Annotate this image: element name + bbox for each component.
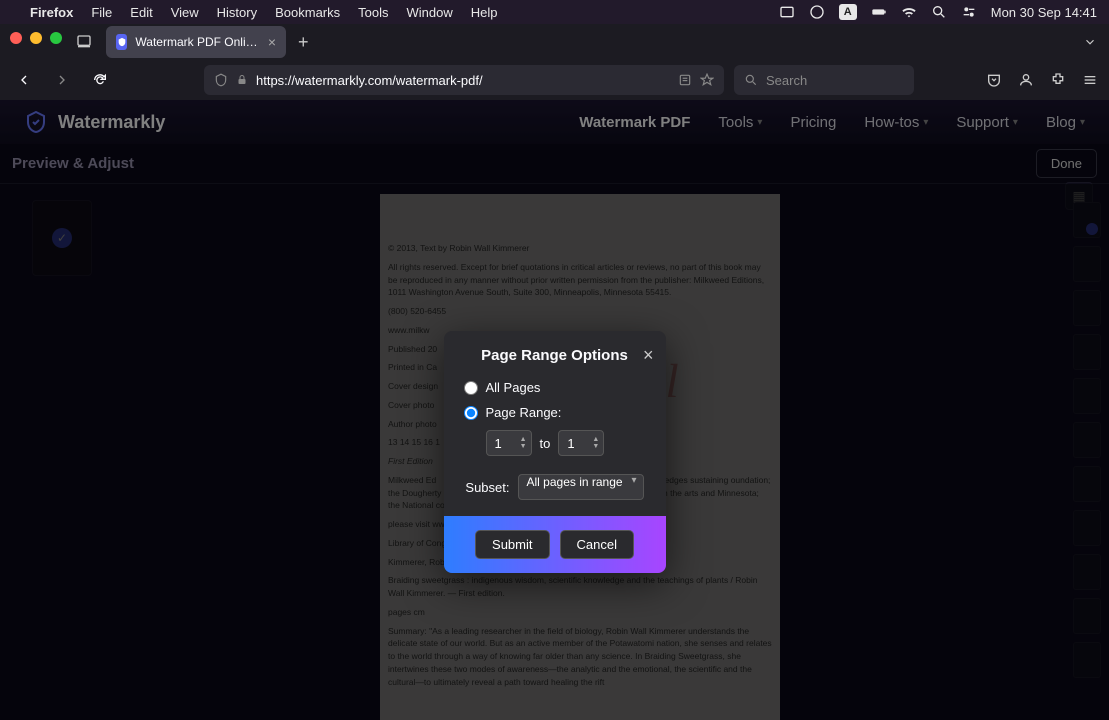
done-button[interactable]: Done [1036, 149, 1097, 178]
nav-support[interactable]: Support▾ [956, 114, 1018, 131]
brand-text: Watermarkly [58, 112, 165, 133]
nav-tools[interactable]: Tools▾ [718, 114, 762, 131]
tab-title: Watermark PDF Online| Free PD [135, 35, 259, 49]
macos-menubar: Firefox File Edit View History Bookmarks… [0, 0, 1109, 24]
main-area: ✓ ginal © 2013, Text by Robin Wall Kimme… [0, 184, 1109, 720]
brand[interactable]: Watermarkly [24, 110, 165, 134]
menu-help[interactable]: Help [471, 5, 498, 20]
search-input[interactable]: Search [734, 65, 914, 95]
menu-view[interactable]: View [171, 5, 199, 20]
subset-select[interactable]: All pages in range ▾ [518, 474, 644, 500]
tab-overview-button[interactable] [70, 28, 98, 56]
range-to-value: 1 [567, 436, 574, 451]
window-traffic-lights [10, 32, 62, 44]
nav-pricing[interactable]: Pricing [790, 114, 836, 131]
chevron-down-icon: ▾ [1080, 117, 1085, 128]
range-from-value: 1 [495, 436, 502, 451]
shield-icon[interactable] [214, 73, 228, 87]
radio-all-pages[interactable]: All Pages [464, 380, 646, 395]
range-from-input[interactable]: 1 ▲▼ [486, 430, 532, 456]
spinner-down-icon[interactable]: ▼ [520, 443, 527, 450]
browser-urlbar: https://watermarkly.com/watermark-pdf/ S… [0, 60, 1109, 100]
status-screenshot-icon[interactable] [779, 4, 795, 20]
nav-reload-button[interactable] [86, 66, 114, 94]
radio-page-range-input[interactable] [464, 406, 478, 420]
page-title: Preview & Adjust [12, 155, 134, 172]
window-close-button[interactable] [10, 32, 22, 44]
nav-howtos[interactable]: How-tos▾ [864, 114, 928, 131]
modal-title: Page Range Options [481, 347, 628, 364]
nav-watermark-pdf[interactable]: Watermark PDF [579, 114, 690, 131]
brand-shield-icon [24, 110, 48, 134]
modal-close-button[interactable]: × [643, 345, 654, 366]
menu-window[interactable]: Window [407, 5, 453, 20]
nav-blog[interactable]: Blog▾ [1046, 114, 1085, 131]
window-zoom-button[interactable] [50, 32, 62, 44]
window-minimize-button[interactable] [30, 32, 42, 44]
spinner-up-icon[interactable]: ▲ [592, 436, 599, 443]
radio-all-pages-label: All Pages [486, 380, 541, 395]
new-tab-button[interactable]: + [298, 32, 309, 53]
pocket-icon[interactable] [985, 71, 1003, 89]
menu-tools[interactable]: Tools [358, 5, 388, 20]
radio-page-range[interactable]: Page Range: [464, 405, 646, 420]
subset-label: Subset: [465, 480, 509, 495]
spinner-up-icon[interactable]: ▲ [520, 436, 527, 443]
search-icon [744, 73, 758, 87]
menu-history[interactable]: History [217, 5, 257, 20]
app-header: Watermarkly Watermark PDF Tools▾ Pricing… [0, 100, 1109, 144]
browser-tabbar: Watermark PDF Online| Free PD × + [0, 24, 1109, 60]
status-wifi-icon[interactable] [901, 4, 917, 20]
cancel-button[interactable]: Cancel [560, 530, 634, 559]
chevron-down-icon: ▾ [632, 475, 637, 486]
hamburger-menu-icon[interactable] [1081, 71, 1099, 89]
sub-header: Preview & Adjust Done [0, 144, 1109, 184]
tab-favicon-icon [116, 34, 127, 50]
lock-icon[interactable] [236, 74, 248, 86]
menubar-app-name[interactable]: Firefox [30, 5, 73, 20]
menu-edit[interactable]: Edit [130, 5, 152, 20]
browser-tab[interactable]: Watermark PDF Online| Free PD × [106, 26, 286, 58]
url-text: https://watermarkly.com/watermark-pdf/ [256, 73, 670, 88]
status-battery-icon[interactable] [871, 4, 887, 20]
radio-page-range-label: Page Range: [486, 405, 562, 420]
chevron-down-icon: ▾ [757, 117, 762, 128]
modal-overlay: Page Range Options × All Pages Page Rang… [0, 184, 1109, 720]
reader-mode-icon[interactable] [678, 73, 692, 87]
url-input[interactable]: https://watermarkly.com/watermark-pdf/ [204, 65, 724, 95]
range-to-label: to [540, 436, 551, 451]
menu-bookmarks[interactable]: Bookmarks [275, 5, 340, 20]
account-icon[interactable] [1017, 71, 1035, 89]
extensions-icon[interactable] [1049, 71, 1067, 89]
tabs-dropdown-button[interactable] [1083, 35, 1097, 49]
status-control-center-icon[interactable] [961, 4, 977, 20]
radio-all-pages-input[interactable] [464, 381, 478, 395]
menubar-datetime[interactable]: Mon 30 Sep 14:41 [991, 5, 1097, 20]
spinner-down-icon[interactable]: ▼ [592, 443, 599, 450]
range-to-input[interactable]: 1 ▲▼ [558, 430, 604, 456]
tab-close-button[interactable]: × [268, 34, 276, 50]
page-range-modal: Page Range Options × All Pages Page Rang… [444, 331, 666, 573]
chevron-down-icon: ▾ [1013, 117, 1018, 128]
status-input-icon[interactable]: A [839, 4, 857, 20]
menu-file[interactable]: File [91, 5, 112, 20]
bookmark-star-icon[interactable] [700, 73, 714, 87]
status-search-icon[interactable] [931, 4, 947, 20]
submit-button[interactable]: Submit [475, 530, 549, 559]
nav-forward-button[interactable] [48, 66, 76, 94]
subset-value: All pages in range [527, 475, 623, 489]
chevron-down-icon: ▾ [923, 117, 928, 128]
status-timer-icon[interactable] [809, 4, 825, 20]
nav-back-button[interactable] [10, 66, 38, 94]
search-placeholder: Search [766, 73, 807, 88]
